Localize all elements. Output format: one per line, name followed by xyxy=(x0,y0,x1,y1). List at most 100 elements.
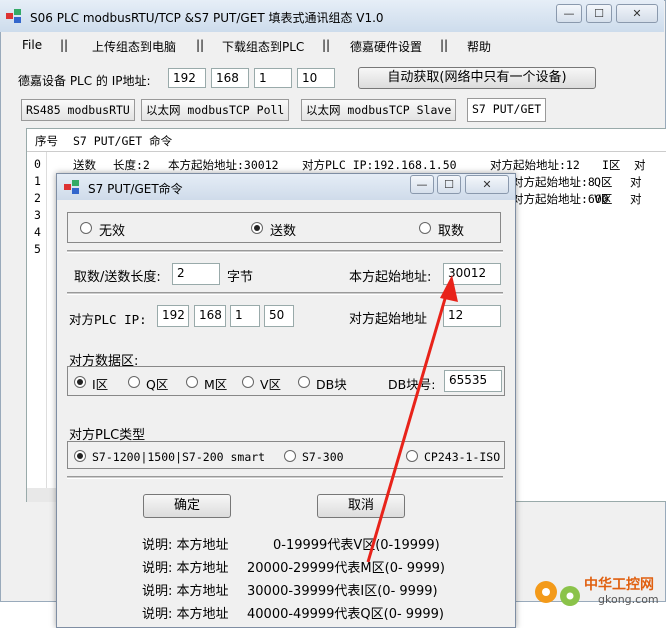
row-cell: 本方起始地址:30012 xyxy=(168,158,279,172)
row-cell: 对方起始地址:12 xyxy=(490,158,580,172)
area-i-label: I区 xyxy=(92,377,109,392)
menu-upload[interactable]: 上传组态到电脑 xyxy=(92,38,176,55)
row-cell: V区 xyxy=(594,192,613,206)
app-icon xyxy=(6,9,21,23)
divider xyxy=(67,250,503,253)
cancel-button[interactable]: 取消 xyxy=(317,494,405,518)
area-q-radio[interactable] xyxy=(128,376,140,388)
menu-separator: || xyxy=(440,38,449,52)
menu-separator: || xyxy=(322,38,331,52)
area-v-label: V区 xyxy=(260,377,282,392)
row-cell: I区 xyxy=(602,158,621,172)
mode-invalid-label: 无效 xyxy=(99,224,126,239)
row-cell: 对 xyxy=(630,175,642,189)
row-cell: 长度:2 xyxy=(113,158,150,172)
area-i-radio[interactable] xyxy=(74,376,86,388)
dialog-minimize-button[interactable]: — xyxy=(410,175,434,194)
close-button[interactable]: ✕ xyxy=(616,4,658,23)
area-db-label: DB块 xyxy=(316,377,347,392)
menu-hardware-settings[interactable]: 德嘉硬件设置 xyxy=(350,38,422,55)
row-no: 3 xyxy=(34,208,41,222)
row-cell: 送数 xyxy=(73,158,96,172)
header-command: S7 PUT/GET 命令 xyxy=(73,134,173,148)
gear-logo-icon xyxy=(535,581,580,606)
row-no: 1 xyxy=(34,174,41,188)
plc-type-1200-radio[interactable] xyxy=(74,450,86,462)
plc-type-300-label: S7-300 xyxy=(302,450,344,464)
row-cell: 对方PLC IP:192.168.1.50 xyxy=(302,158,457,172)
note-text: 0-19999代表V区(0-19999) xyxy=(273,538,440,553)
device-ip-octet-2[interactable]: 168 xyxy=(211,68,249,88)
row-cell: 对方起始地址:8 xyxy=(512,175,595,189)
area-m-radio[interactable] xyxy=(186,376,198,388)
row-cell: 对 xyxy=(630,192,642,206)
menu-separator: || xyxy=(60,38,69,52)
peer-ip-octet-3[interactable]: 1 xyxy=(230,305,260,327)
header-no: 序号 xyxy=(35,134,58,148)
note-text: 30000-39999代表I区(0- 9999) xyxy=(247,584,438,599)
peer-ip-octet-4[interactable]: 50 xyxy=(264,305,294,327)
dialog-app-icon xyxy=(64,180,79,194)
row-no: 4 xyxy=(34,225,41,239)
area-v-radio[interactable] xyxy=(242,376,254,388)
plc-type-300-radio[interactable] xyxy=(284,450,296,462)
db-number-input[interactable]: 65535 xyxy=(444,370,502,392)
ok-button[interactable]: 确定 xyxy=(143,494,231,518)
menu-help[interactable]: 帮助 xyxy=(467,38,491,55)
peer-address-input[interactable]: 12 xyxy=(443,305,501,327)
area-m-label: M区 xyxy=(204,377,228,392)
db-number-label: DB块号: xyxy=(388,377,436,392)
peer-ip-label: 对方PLC IP: xyxy=(69,312,147,327)
column-divider xyxy=(46,152,47,492)
note-text: 20000-29999代表M区(0- 9999) xyxy=(247,561,445,576)
local-address-input[interactable]: 30012 xyxy=(443,263,501,285)
row-no: 0 xyxy=(34,157,41,171)
mode-fetch-label: 取数 xyxy=(438,224,465,239)
watermark-text: 中华工控网 xyxy=(584,577,654,593)
device-ip-octet-4[interactable]: 10 xyxy=(297,68,335,88)
mode-fetch-radio[interactable] xyxy=(419,222,431,234)
window-title: S06 PLC modbusRTU/TCP &S7 PUT/GET 填表式通讯组… xyxy=(30,11,384,25)
device-ip-octet-3[interactable]: 1 xyxy=(254,68,292,88)
mode-send-label: 送数 xyxy=(270,224,297,239)
watermark-url: gkong.com xyxy=(598,593,659,606)
peer-ip-octet-2[interactable]: 168 xyxy=(194,305,226,327)
dialog-maximize-button[interactable]: ☐ xyxy=(437,175,461,194)
menu-download[interactable]: 下载组态到PLC xyxy=(222,38,304,55)
tab-modbustcp-slave[interactable]: 以太网 modbusTCP Slave xyxy=(301,99,457,121)
dialog-title: S7 PUT/GET命令 xyxy=(88,182,183,196)
local-address-label: 本方起始地址: xyxy=(349,270,432,285)
peer-address-label: 对方起始地址 xyxy=(349,312,428,327)
length-label: 取数/送数长度: xyxy=(74,270,161,285)
row-cell: 对 xyxy=(634,158,646,172)
device-ip-octet-1[interactable]: 192 xyxy=(168,68,206,88)
divider xyxy=(67,476,503,479)
note-label: 说明: 本方地址 xyxy=(142,607,229,622)
note-label: 说明: 本方地址 xyxy=(142,538,229,553)
area-q-label: Q区 xyxy=(146,377,169,392)
length-input[interactable]: 2 xyxy=(172,263,220,285)
maximize-button[interactable]: ☐ xyxy=(586,4,612,23)
row-no: 2 xyxy=(34,191,41,205)
dialog-close-button[interactable]: ✕ xyxy=(465,175,509,194)
horizontal-scrollbar[interactable] xyxy=(27,488,57,502)
tab-s7-putget[interactable]: S7 PUT/GET xyxy=(467,98,547,122)
auto-detect-button[interactable]: 自动获取(网络中只有一个设备) xyxy=(358,67,596,89)
menu-file[interactable]: File xyxy=(22,38,42,52)
row-cell: Q区 xyxy=(594,175,613,189)
mode-invalid-radio[interactable] xyxy=(80,222,92,234)
plc-type-cp243-radio[interactable] xyxy=(406,450,418,462)
note-label: 说明: 本方地址 xyxy=(142,584,229,599)
mode-send-radio[interactable] xyxy=(251,222,263,234)
plc-type-1200-label: S7-1200|1500|S7-200 smart xyxy=(92,450,266,464)
peer-ip-octet-1[interactable]: 192 xyxy=(157,305,189,327)
menu-separator: || xyxy=(196,38,205,52)
tab-rs485-modbusrtu[interactable]: RS485 modbusRTU xyxy=(21,99,135,121)
list-header: 序号 S7 PUT/GET 命令 xyxy=(27,130,666,152)
row-no: 5 xyxy=(34,242,41,256)
plc-type-cp243-label: CP243-1-ISO xyxy=(424,450,501,464)
divider xyxy=(67,292,503,295)
area-db-radio[interactable] xyxy=(298,376,310,388)
minimize-button[interactable]: — xyxy=(556,4,582,23)
tab-modbustcp-poll[interactable]: 以太网 modbusTCP Poll xyxy=(141,99,290,121)
